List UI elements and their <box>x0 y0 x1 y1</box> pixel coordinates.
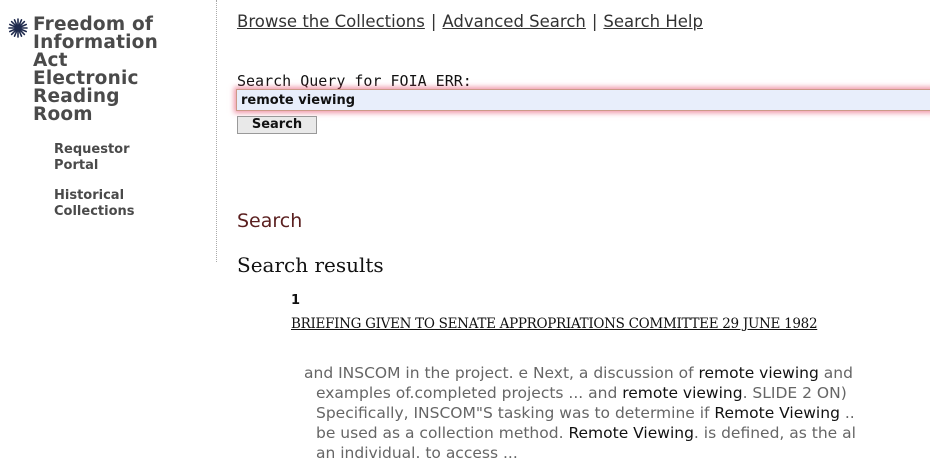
site-title[interactable]: Freedom of Information Act Electronic Re… <box>33 15 213 125</box>
result-title-link[interactable]: BRIEFING GIVEN TO SENATE APPROPRIATIONS … <box>291 316 818 332</box>
nav-separator: | <box>591 12 598 31</box>
snippet-text: and INSCOM in the project. e Next, a dis… <box>304 364 699 382</box>
search-help-link[interactable]: Search Help <box>603 12 703 31</box>
search-query-label: Search Query for FOIA ERR: <box>237 72 472 90</box>
nav-separator: | <box>430 12 437 31</box>
browse-collections-link[interactable]: Browse the Collections <box>237 12 425 31</box>
sidebar-link-historical-collections[interactable]: Historical Collections <box>54 188 135 220</box>
search-heading: Search <box>237 210 303 232</box>
sidebar-link-line: Collections <box>54 204 135 219</box>
sidebar: Freedom of Information Act Electronic Re… <box>0 0 217 262</box>
snippet-text: and <box>818 364 853 382</box>
search-button[interactable]: Search <box>237 116 317 134</box>
search-query-input[interactable] <box>236 89 930 111</box>
star-burst-icon <box>8 18 28 38</box>
result-snippet: and INSCOM in the project. e Next, a dis… <box>304 363 930 463</box>
snippet-highlight: Remote Viewing <box>568 424 694 442</box>
snippet-text: . is defined, as the al <box>693 424 856 442</box>
sidebar-link-line: Requestor <box>54 142 130 157</box>
top-navigation: Browse the Collections | Advanced Search | S… <box>237 12 703 31</box>
snippet-line: and INSCOM in the project. e Next, a dis… <box>304 363 930 383</box>
snippet-highlight: remote viewing <box>698 364 819 382</box>
snippet-line: Specifically, INSCOM"S tasking was to de… <box>304 403 930 423</box>
sidebar-link-requestor-portal[interactable]: Requestor Portal <box>54 142 130 174</box>
snippet-highlight: Remote Viewing <box>714 404 840 422</box>
result-number: 1 <box>291 293 301 308</box>
snippet-text: examples of.completed projects ... and <box>316 384 623 402</box>
search-results-heading: Search results <box>237 253 384 277</box>
advanced-search-link[interactable]: Advanced Search <box>442 12 585 31</box>
snippet-highlight: remote viewing <box>622 384 743 402</box>
snippet-line: be used as a collection method. Remote V… <box>304 423 930 443</box>
snippet-line: examples of.completed projects ... and r… <box>304 383 930 403</box>
snippet-text: Specifically, INSCOM"S tasking was to de… <box>316 404 715 422</box>
snippet-text: be used as a collection method. <box>316 424 569 442</box>
snippet-line: an individual. to access ... <box>304 443 930 463</box>
snippet-text: .. <box>839 404 855 422</box>
snippet-text: . SLIDE 2 ON) <box>742 384 847 402</box>
site-title-line: Room <box>33 104 93 125</box>
sidebar-link-line: Historical <box>54 188 125 203</box>
snippet-text: an individual. to access ... <box>316 444 518 462</box>
sidebar-link-line: Portal <box>54 158 99 173</box>
